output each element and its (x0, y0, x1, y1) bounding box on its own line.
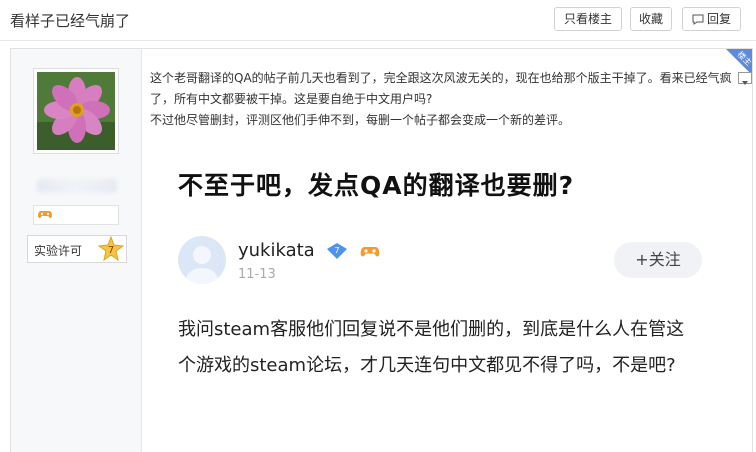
only-op-button[interactable]: 只看楼主 (554, 7, 622, 31)
favorite-button[interactable]: 收藏 (630, 7, 672, 31)
reply-button[interactable]: 回复 (682, 7, 741, 31)
avatar[interactable] (33, 68, 119, 154)
reply-icon (692, 14, 704, 25)
post-content: 这个老哥翻译的QA的帖子前几天也看到了，完全跟这次风波无关的，现在也给那个版主干… (150, 68, 736, 131)
embed-avatar (178, 236, 226, 284)
post-paragraph-1: 这个老哥翻译的QA的帖子前几天也看到了，完全跟这次风波无关的，现在也给那个版主干… (150, 71, 732, 106)
chevron-down-icon (742, 81, 748, 85)
author-name-redacted[interactable] (37, 179, 117, 193)
gamepad-badge (33, 205, 119, 225)
badge-level: 7 (108, 245, 114, 256)
badge-label: 实验许可 (34, 244, 83, 258)
reply-label: 回复 (706, 12, 731, 26)
embed-username-row: yukikata 7 (238, 240, 380, 261)
embed-username: yukikata (238, 240, 315, 261)
level-star-icon: 7 (98, 236, 124, 262)
thread-header: 看样子已经气崩了 只看楼主 收藏 回复 (0, 0, 756, 41)
user-placeholder-icon (186, 246, 218, 284)
collapse-toggle[interactable] (738, 72, 752, 85)
post-paragraph-2: 不过他尽管删封，评测区他们手伸不到，每删一个帖子都会变成一个新的差评。 (150, 113, 571, 127)
follow-button: +关注 (614, 242, 702, 278)
embed-body-text: 我问steam客服他们回复说不是他们删的，到底是什么人在管这个游戏的steam论… (178, 319, 685, 376)
gamepad-icon (38, 211, 52, 219)
experiment-license-badge[interactable]: 实验许可 7 (27, 235, 127, 263)
gamepad-icon (360, 247, 380, 257)
flower-avatar-image (37, 72, 115, 150)
embedded-screenshot: 不至于吧，发点QA的翻译也要删? yukikata 7 11-13 +关注 我问… (150, 140, 743, 451)
thread-title: 看样子已经气崩了 (10, 12, 131, 30)
level-diamond-icon: 7 (327, 243, 348, 259)
embed-level: 7 (335, 246, 340, 255)
author-panel: 实验许可 7 (11, 49, 142, 452)
embed-headline: 不至于吧，发点QA的翻译也要删? (178, 171, 575, 200)
embed-date: 11-13 (238, 267, 276, 282)
